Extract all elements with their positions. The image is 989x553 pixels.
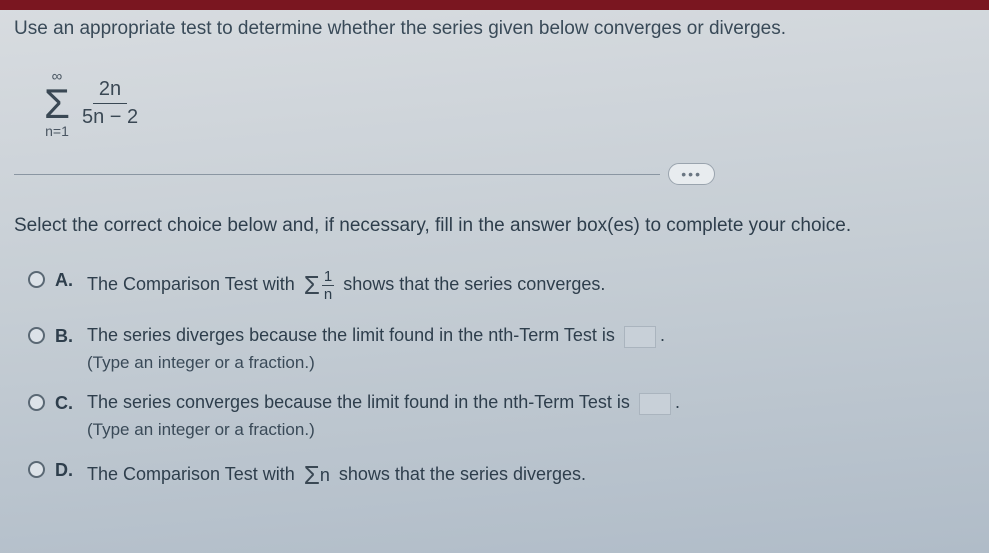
option-b-text: The series diverges because the limit fo… [87, 325, 615, 345]
option-d-text-pre: The Comparison Test with [87, 464, 295, 484]
option-a-letter: A. [55, 270, 77, 291]
option-a-text-pre: The Comparison Test with [87, 274, 295, 294]
option-b-hint: (Type an integer or a fraction.) [87, 351, 975, 375]
option-b: B. The series diverges because the limit… [28, 323, 975, 374]
option-c: C. The series converges because the limi… [28, 390, 975, 441]
section-divider: ••• [14, 163, 975, 185]
fraction-numerator: 2n [93, 78, 127, 104]
option-b-answer-input[interactable] [624, 326, 656, 348]
option-c-hint: (Type an integer or a fraction.) [87, 418, 975, 442]
option-c-answer-input[interactable] [639, 393, 671, 415]
option-a-text-post: shows that the series converges. [343, 274, 605, 294]
sum-lower-limit: n=1 [45, 123, 69, 139]
instruction-text: Select the correct choice below and, if … [14, 215, 975, 237]
option-a: A. The Comparison Test with Σ 1 n shows … [28, 267, 975, 303]
option-d: D. The Comparison Test with Σn shows tha… [28, 457, 975, 493]
series-formula: ∞ Σ n=1 2n 5n − 2 [44, 68, 975, 139]
option-c-text: The series converges because the limit f… [87, 392, 630, 412]
more-button[interactable]: ••• [668, 163, 715, 185]
radio-b[interactable] [28, 327, 45, 344]
radio-d[interactable] [28, 461, 45, 478]
sigma-symbol: Σ [44, 85, 70, 123]
option-d-letter: D. [55, 460, 77, 481]
option-c-letter: C. [55, 393, 77, 414]
radio-c[interactable] [28, 394, 45, 411]
option-d-sum: Σn [304, 457, 330, 493]
option-b-letter: B. [55, 326, 77, 347]
answer-options: A. The Comparison Test with Σ 1 n shows … [28, 267, 975, 494]
fraction-denominator: 5n − 2 [80, 104, 140, 129]
option-a-sum: Σ 1 n [304, 267, 334, 303]
option-d-text-post: shows that the series diverges. [339, 464, 586, 484]
radio-a[interactable] [28, 271, 45, 288]
question-prompt: Use an appropriate test to determine whe… [14, 18, 975, 40]
